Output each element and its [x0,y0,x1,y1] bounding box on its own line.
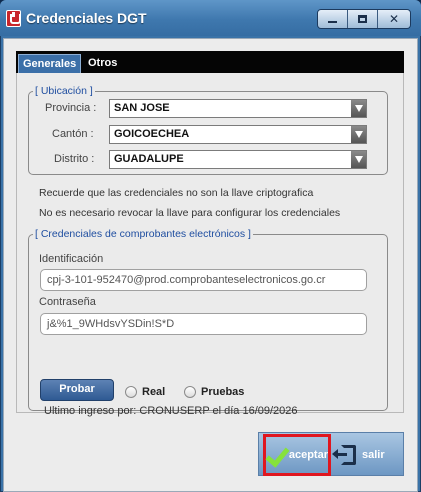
distrito-select[interactable]: GUADALUPE [109,150,367,169]
radio-pruebas-label[interactable]: Pruebas [201,386,244,398]
tab-generales[interactable]: Generales [18,54,82,73]
note-llave: Recuerde que las credenciales no son la … [39,187,314,199]
window-title: Credenciales DGT [26,10,147,26]
ubicacion-legend: [ Ubicación ] [35,85,93,97]
contrasena-label: Contraseña [39,296,96,308]
app-icon [6,10,21,27]
chevron-down-icon[interactable] [351,126,366,143]
accept-button[interactable]: aceptar [263,434,331,476]
tab-bar: Generales Otros [16,51,404,73]
provincia-label: Provincia : [45,102,97,114]
probar-button[interactable]: Probar [40,379,114,401]
canton-value: GOICOECHEA [114,128,190,140]
chevron-down-icon[interactable] [351,100,366,117]
canton-label: Cantón : [52,128,94,140]
identificacion-input[interactable]: cpj-3-101-952470@prod.comprobanteselectr… [40,269,367,291]
maximize-button[interactable] [348,10,378,28]
minimize-icon [328,21,337,23]
radio-real-label[interactable]: Real [142,386,165,398]
check-icon [268,444,285,466]
provincia-value: SAN JOSE [114,102,170,114]
action-bar: aceptar salir [258,432,404,476]
last-login-text: Ultimo ingreso por: CRONUSERP el día 16/… [44,405,298,417]
contrasena-input[interactable]: j&%1_9WHdsvYSDin!S*D [40,313,367,335]
provincia-select[interactable]: SAN JOSE [109,99,367,118]
chevron-down-icon[interactable] [351,151,366,168]
credenciales-window: Credenciales DGT ✕ Generales Otros [ Ubi… [0,0,421,492]
accept-label: aceptar [288,449,328,461]
exit-button[interactable]: salir [332,437,401,473]
radio-pruebas[interactable] [184,386,196,398]
radio-real[interactable] [125,386,137,398]
distrito-value: GUADALUPE [114,153,184,165]
canton-select[interactable]: GOICOECHEA [109,125,367,144]
identificacion-label: Identificación [39,253,104,265]
exit-label: salir [362,449,385,461]
window-controls: ✕ [317,9,411,29]
close-button[interactable]: ✕ [378,10,410,28]
exit-icon [332,444,357,466]
dialog-body: Generales Otros [ Ubicación ] Provincia … [3,38,418,492]
tab-panel-generales: [ Ubicación ] Provincia : SAN JOSE Cantó… [16,73,404,413]
close-icon: ✕ [388,12,400,26]
credenciales-legend: [ Credenciales de comprobantes electróni… [35,228,251,240]
tab-otros[interactable]: Otros [84,54,121,73]
minimize-button[interactable] [318,10,348,28]
maximize-icon [358,15,367,23]
title-bar[interactable]: Credenciales DGT ✕ [0,0,421,36]
note-revocar: No es necesario revocar la llave para co… [39,207,341,219]
distrito-label: Distrito : [54,153,95,165]
